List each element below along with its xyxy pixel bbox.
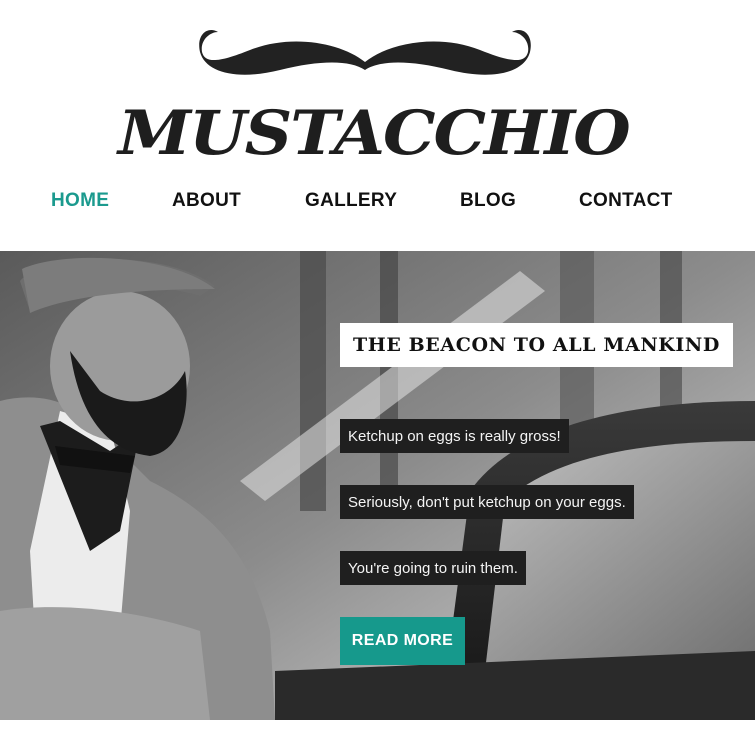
hero-caption-1: Ketchup on eggs is really gross! xyxy=(340,419,569,453)
site-header: MUSTACCHIO HOME ABOUT GALLERY BLOG CONTA… xyxy=(0,0,755,250)
hero-caption-2: Seriously, don't put ketchup on your egg… xyxy=(340,485,634,519)
nav-contact[interactable]: CONTACT xyxy=(579,190,673,212)
nav-home[interactable]: HOME xyxy=(51,190,109,212)
read-more-button[interactable]: READ MORE xyxy=(340,617,465,665)
hero-title: THE BEACON TO ALL MANKIND xyxy=(340,323,733,367)
main-nav: HOME ABOUT GALLERY BLOG CONTACT xyxy=(0,190,755,220)
nav-gallery[interactable]: GALLERY xyxy=(305,190,397,212)
page-bottom xyxy=(0,720,755,755)
hero-caption-3: You're going to ruin them. xyxy=(340,551,526,585)
hero-banner: THE BEACON TO ALL MANKIND Ketchup on egg… xyxy=(0,251,755,720)
nav-about[interactable]: ABOUT xyxy=(172,190,241,212)
site-logo[interactable]: MUSTACCHIO xyxy=(110,22,631,172)
brand-name: MUSTACCHIO xyxy=(118,97,631,169)
mustache-icon xyxy=(199,30,531,75)
nav-blog[interactable]: BLOG xyxy=(460,190,516,212)
